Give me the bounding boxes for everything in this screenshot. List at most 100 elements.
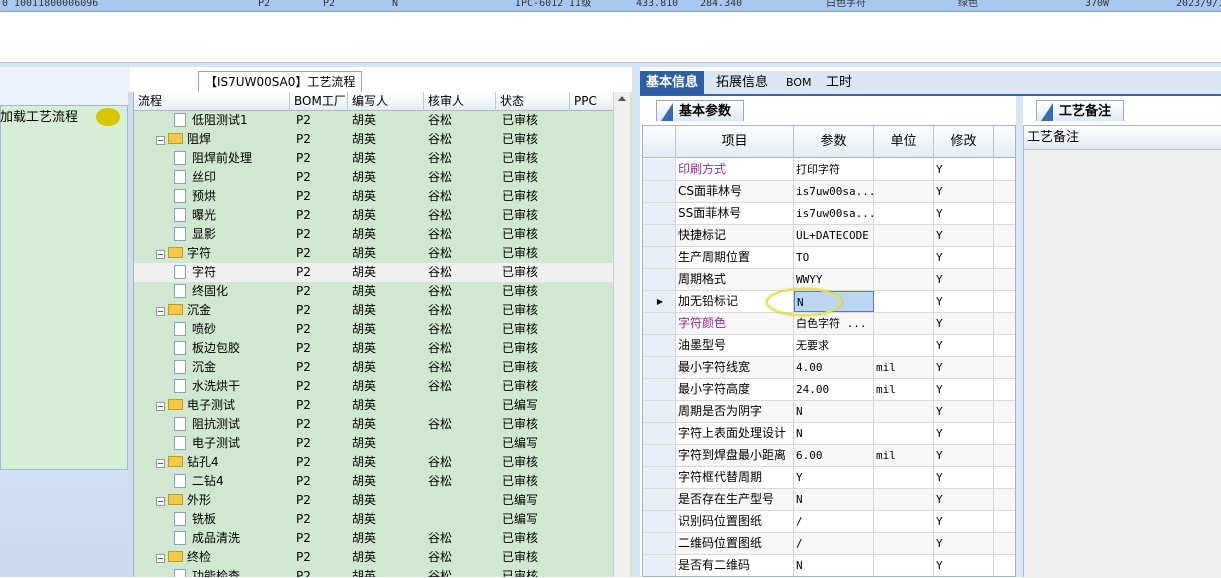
- tab-basic-info[interactable]: 基本信息: [640, 71, 705, 95]
- param-row[interactable]: SS面菲林号 is7uw00sa... Y: [643, 203, 1015, 225]
- tree-row[interactable]: 二钻4 P2 胡英 谷松 已审核: [134, 472, 614, 491]
- param-modify[interactable]: Y: [934, 269, 994, 290]
- tree-row[interactable]: − 外形 P2 胡英 已编写: [134, 491, 614, 510]
- param-unit[interactable]: [874, 335, 934, 356]
- col-header-param[interactable]: 参数: [794, 126, 874, 158]
- param-modify[interactable]: Y: [934, 445, 994, 466]
- param-row[interactable]: 周期是否为阴字 N Y: [643, 401, 1015, 423]
- param-unit[interactable]: [874, 533, 934, 554]
- param-modify[interactable]: Y: [934, 379, 994, 400]
- param-unit[interactable]: [874, 555, 934, 576]
- param-value[interactable]: 打印字符: [794, 159, 874, 180]
- row-indicator[interactable]: [643, 225, 676, 246]
- row-indicator[interactable]: [643, 489, 676, 510]
- param-row[interactable]: 最小字符高度 24.00 mil Y: [643, 379, 1015, 401]
- row-indicator[interactable]: [643, 313, 676, 334]
- scroll-up-icon[interactable]: [618, 96, 626, 101]
- param-modify[interactable]: Y: [934, 291, 994, 312]
- row-indicator[interactable]: [643, 159, 676, 180]
- param-modify[interactable]: Y: [934, 467, 994, 488]
- row-indicator[interactable]: [643, 423, 676, 444]
- param-row[interactable]: 油墨型号 无要求 Y: [643, 335, 1015, 357]
- param-unit[interactable]: [874, 423, 934, 444]
- tree-row[interactable]: 阻焊前处理 P2 胡英 谷松 已审核: [134, 149, 614, 168]
- param-value[interactable]: N: [794, 423, 874, 444]
- param-row[interactable]: 是否存在生产型号 N Y: [643, 489, 1015, 511]
- col-header-modify[interactable]: 修改: [934, 126, 994, 158]
- param-value[interactable]: is7uw00sa...: [794, 181, 874, 202]
- row-indicator[interactable]: [643, 555, 676, 576]
- param-value[interactable]: 6.00: [794, 445, 874, 466]
- param-unit[interactable]: [874, 467, 934, 488]
- tree-row[interactable]: 喷砂 P2 胡英 谷松 已审核: [134, 320, 614, 339]
- param-value[interactable]: /: [794, 533, 874, 554]
- collapse-icon[interactable]: −: [156, 307, 165, 316]
- remarks-textarea[interactable]: [1024, 150, 1221, 578]
- param-unit[interactable]: [874, 511, 934, 532]
- tree-row[interactable]: 沉金 P2 胡英 谷松 已审核: [134, 358, 614, 377]
- param-row[interactable]: 二维码位置图纸 / Y: [643, 533, 1015, 555]
- param-modify[interactable]: Y: [934, 181, 994, 202]
- param-unit[interactable]: mil: [874, 357, 934, 378]
- row-indicator[interactable]: [643, 401, 676, 422]
- remarks-tab[interactable]: 工艺备注: [1036, 100, 1125, 121]
- param-row[interactable]: 识别码位置图纸 / Y: [643, 511, 1015, 533]
- param-row[interactable]: CS面菲林号 is7uw00sa... Y: [643, 181, 1015, 203]
- tree-row[interactable]: 终固化 P2 胡英 谷松 已审核: [134, 282, 614, 301]
- param-modify[interactable]: Y: [934, 511, 994, 532]
- right-vertical-splitter[interactable]: [1016, 96, 1023, 577]
- param-unit[interactable]: [874, 203, 934, 224]
- col-header-unit[interactable]: 单位: [874, 126, 934, 158]
- param-unit[interactable]: [874, 247, 934, 268]
- tree-scrollbar[interactable]: [613, 92, 630, 577]
- tree-row[interactable]: 水洗烘干 P2 胡英 谷松 已审核: [134, 377, 614, 396]
- param-value[interactable]: is7uw00sa...: [794, 203, 874, 224]
- param-modify[interactable]: Y: [934, 489, 994, 510]
- tab-work-hours[interactable]: 工时: [820, 71, 858, 95]
- param-row[interactable]: 字符到焊盘最小距离 6.00 mil Y: [643, 445, 1015, 467]
- param-value[interactable]: 24.00: [794, 379, 874, 400]
- param-row[interactable]: 生产周期位置 TO Y: [643, 247, 1015, 269]
- param-value[interactable]: 无要求: [794, 335, 874, 356]
- row-indicator[interactable]: [643, 203, 676, 224]
- param-modify[interactable]: Y: [934, 159, 994, 180]
- param-value[interactable]: N: [794, 401, 874, 422]
- collapse-icon[interactable]: −: [156, 497, 165, 506]
- row-indicator[interactable]: ▶: [643, 291, 676, 312]
- tree-row[interactable]: − 终检 P2 胡英 谷松 已审核: [134, 548, 614, 567]
- param-row[interactable]: 最小字符线宽 4.00 mil Y: [643, 357, 1015, 379]
- param-unit[interactable]: [874, 159, 934, 180]
- param-row[interactable]: 是否有二维码 N Y: [643, 555, 1015, 576]
- param-unit[interactable]: [874, 225, 934, 246]
- tree-row[interactable]: 板边包胶 P2 胡英 谷松 已审核: [134, 339, 614, 358]
- tree-row[interactable]: 功能检查 P2 胡英 谷松 已审核: [134, 567, 614, 577]
- row-indicator[interactable]: [643, 511, 676, 532]
- row-indicator[interactable]: [643, 269, 676, 290]
- col-header-reviewer[interactable]: 核审人: [424, 92, 496, 111]
- tab-extended-info[interactable]: 拓展信息: [710, 71, 774, 95]
- param-row[interactable]: 印刷方式 打印字符 Y: [643, 159, 1015, 181]
- tree-row[interactable]: − 字符 P2 胡英 谷松 已审核: [134, 244, 614, 263]
- row-indicator[interactable]: [643, 445, 676, 466]
- tree-row[interactable]: 铣板 P2 胡英 已编写: [134, 510, 614, 529]
- col-header-bom[interactable]: BOM工厂: [290, 92, 348, 111]
- param-modify[interactable]: Y: [934, 313, 994, 334]
- param-unit[interactable]: [874, 269, 934, 290]
- center-vertical-splitter[interactable]: [632, 67, 640, 577]
- tree-row[interactable]: 成品清洗 P2 胡英 谷松 已审核: [134, 529, 614, 548]
- param-unit[interactable]: [874, 313, 934, 334]
- param-value[interactable]: Y: [794, 467, 874, 488]
- tree-row[interactable]: − 电子测试 P2 胡英 已编写: [134, 396, 614, 415]
- row-indicator[interactable]: [643, 357, 676, 378]
- previous-record-row[interactable]: 0 10011800006096 P2 P2 N IPC-6012 II级 43…: [0, 0, 1221, 12]
- tree-row[interactable]: 低阻测试1 P2 胡英 谷松 已审核: [134, 111, 614, 130]
- param-modify[interactable]: Y: [934, 335, 994, 356]
- param-unit[interactable]: [874, 489, 934, 510]
- row-indicator[interactable]: [643, 181, 676, 202]
- param-row[interactable]: 快捷标记 UL+DATECODE Y: [643, 225, 1015, 247]
- col-header-process[interactable]: 流程: [134, 92, 290, 111]
- tree-row[interactable]: 显影 P2 胡英 谷松 已审核: [134, 225, 614, 244]
- param-modify[interactable]: Y: [934, 357, 994, 378]
- col-header-writer[interactable]: 编写人: [348, 92, 424, 111]
- tree-row[interactable]: 丝印 P2 胡英 谷松 已审核: [134, 168, 614, 187]
